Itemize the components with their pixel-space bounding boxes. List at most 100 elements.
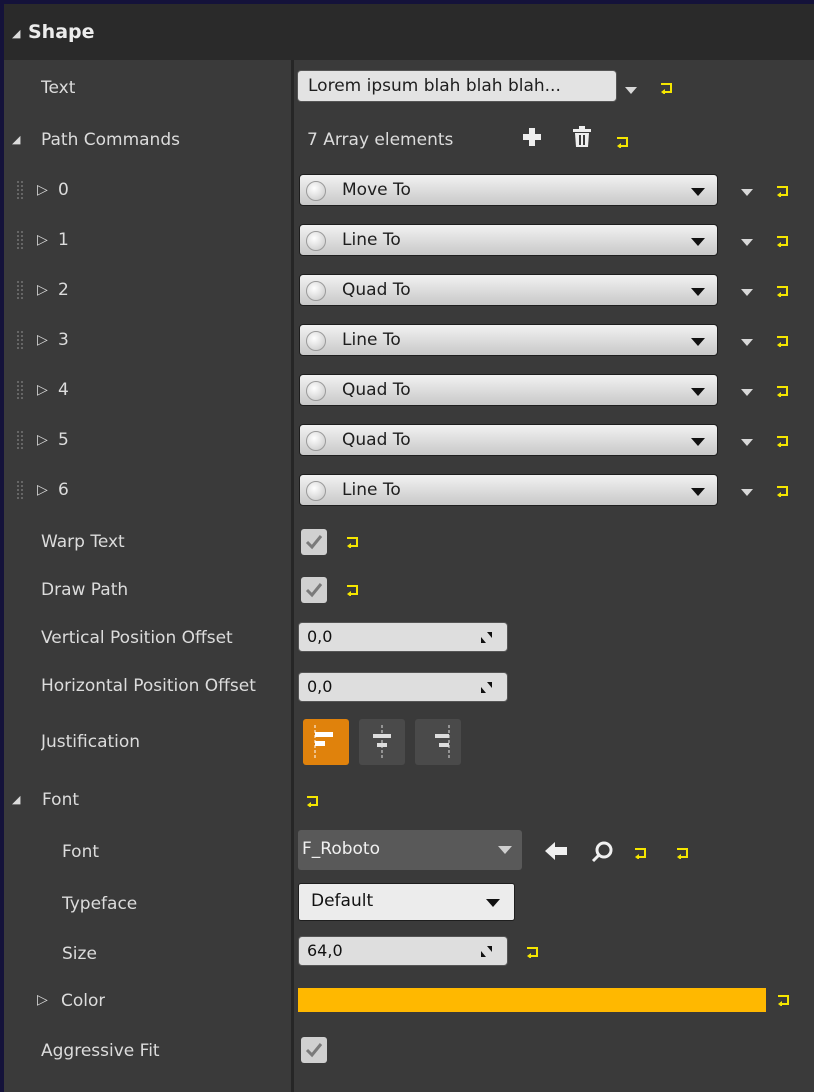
typeface-dropdown[interactable]: Default xyxy=(298,883,515,921)
collapse-triangle-icon[interactable]: ◢ xyxy=(12,27,20,40)
reset-to-default-icon[interactable] xyxy=(346,536,360,548)
expand-triangle-icon[interactable]: ▷ xyxy=(37,182,48,198)
warp-text-checkbox[interactable] xyxy=(301,529,327,555)
reset-to-default-icon[interactable] xyxy=(346,584,360,596)
array-index: 3 xyxy=(58,330,69,350)
expand-triangle-icon[interactable]: ▷ xyxy=(37,482,48,498)
path-command-dropdown[interactable]: Line To xyxy=(299,324,718,356)
arrow-left-icon[interactable] xyxy=(544,841,568,865)
reset-to-default-icon[interactable] xyxy=(306,795,320,807)
path-command-dropdown[interactable]: Line To xyxy=(299,474,718,506)
property-label: Justification xyxy=(41,732,141,752)
text-input[interactable]: Lorem ipsum blah blah blah... xyxy=(297,70,617,102)
font-size-input[interactable]: 64,0 xyxy=(298,936,508,966)
property-label: Color xyxy=(61,991,106,1011)
reset-to-default-icon[interactable] xyxy=(676,847,690,859)
chevron-down-icon xyxy=(691,488,705,496)
reset-to-default-icon[interactable] xyxy=(776,235,790,247)
drag-handle-icon[interactable] xyxy=(16,280,24,300)
justify-left-button[interactable] xyxy=(303,719,349,765)
property-label: Text xyxy=(41,78,76,98)
group-label: Font xyxy=(42,790,80,810)
reset-to-default-icon[interactable] xyxy=(776,285,790,297)
property-row-draw-path: Draw Path xyxy=(4,566,814,614)
property-row-font-group[interactable]: ◢ Font xyxy=(4,776,814,824)
enum-icon xyxy=(306,431,326,451)
reset-to-default-icon[interactable] xyxy=(776,385,790,397)
dropdown-value: Quad To xyxy=(342,380,411,400)
chevron-down-icon xyxy=(498,846,512,854)
drag-handle-icon[interactable] xyxy=(16,380,24,400)
reset-to-default-icon[interactable] xyxy=(776,185,790,197)
path-command-dropdown[interactable]: Move To xyxy=(299,174,718,206)
vertical-offset-input[interactable]: 0,0 xyxy=(298,622,508,652)
draw-path-checkbox[interactable] xyxy=(301,577,327,603)
input-value: 64,0 xyxy=(307,941,343,960)
drag-handle-icon[interactable] xyxy=(16,430,24,450)
dropdown-value: Line To xyxy=(342,480,401,500)
expand-triangle-icon[interactable]: ▷ xyxy=(37,382,48,398)
checkmark-icon xyxy=(305,583,323,598)
section-header-shape[interactable]: ◢ Shape xyxy=(4,4,814,60)
drag-value-icon xyxy=(481,946,492,957)
options-arrow-icon[interactable] xyxy=(741,339,753,346)
property-row-size: Size 64,0 xyxy=(4,928,814,976)
path-command-dropdown[interactable]: Quad To xyxy=(299,374,718,406)
reset-to-default-icon[interactable] xyxy=(776,435,790,447)
reset-to-default-icon[interactable] xyxy=(776,335,790,347)
array-index: 6 xyxy=(58,480,69,500)
justify-right-button[interactable] xyxy=(415,719,461,765)
collapse-triangle-icon[interactable]: ◢ xyxy=(12,133,20,146)
property-label: Horizontal Position Offset xyxy=(41,676,256,696)
font-asset-picker[interactable]: F_Roboto xyxy=(298,830,522,870)
dropdown-value: Line To xyxy=(342,230,401,250)
options-arrow-icon[interactable] xyxy=(741,189,753,196)
reset-to-default-icon[interactable] xyxy=(777,994,791,1006)
path-command-dropdown[interactable]: Quad To xyxy=(299,424,718,456)
horizontal-offset-input[interactable]: 0,0 xyxy=(298,672,508,702)
details-panel: ◢ Shape Text Lorem ipsum blah blah blah.… xyxy=(4,4,814,1092)
aggressive-fit-checkbox[interactable] xyxy=(301,1037,327,1063)
font-asset-value: F_Roboto xyxy=(302,839,380,859)
drag-handle-icon[interactable] xyxy=(16,180,24,200)
options-arrow-icon[interactable] xyxy=(741,489,753,496)
options-arrow-icon[interactable] xyxy=(741,289,753,296)
options-arrow-icon[interactable] xyxy=(741,389,753,396)
enum-icon xyxy=(306,281,326,301)
trash-icon[interactable] xyxy=(572,126,592,152)
dropdown-value: Line To xyxy=(342,330,401,350)
expand-triangle-icon[interactable]: ▷ xyxy=(37,992,48,1008)
reset-to-default-icon[interactable] xyxy=(616,136,630,148)
collapse-triangle-icon[interactable]: ◢ xyxy=(12,793,20,806)
property-row-font: Font F_Roboto xyxy=(4,826,814,878)
path-command-dropdown[interactable]: Line To xyxy=(299,224,718,256)
list-item: ▷ 0 Move To xyxy=(4,166,814,216)
reset-to-default-icon[interactable] xyxy=(634,847,648,859)
enum-icon xyxy=(306,381,326,401)
options-arrow-icon[interactable] xyxy=(625,87,637,94)
dropdown-value: Default xyxy=(311,891,374,911)
expand-triangle-icon[interactable]: ▷ xyxy=(37,432,48,448)
drag-handle-icon[interactable] xyxy=(16,330,24,350)
path-command-dropdown[interactable]: Quad To xyxy=(299,274,718,306)
search-icon[interactable] xyxy=(591,841,613,867)
array-index: 5 xyxy=(58,430,69,450)
drag-handle-icon[interactable] xyxy=(16,230,24,250)
color-swatch[interactable] xyxy=(298,988,766,1012)
options-arrow-icon[interactable] xyxy=(741,439,753,446)
reset-to-default-icon[interactable] xyxy=(776,485,790,497)
array-index: 1 xyxy=(58,230,69,250)
reset-to-default-icon[interactable] xyxy=(526,946,540,958)
property-label: Typeface xyxy=(62,894,138,914)
expand-triangle-icon[interactable]: ▷ xyxy=(37,332,48,348)
expand-triangle-icon[interactable]: ▷ xyxy=(37,232,48,248)
options-arrow-icon[interactable] xyxy=(741,239,753,246)
add-icon[interactable] xyxy=(522,127,542,151)
expand-triangle-icon[interactable]: ▷ xyxy=(37,282,48,298)
drag-handle-icon[interactable] xyxy=(16,480,24,500)
justify-center-button[interactable] xyxy=(359,719,405,765)
checkmark-icon xyxy=(305,535,323,550)
enum-icon xyxy=(306,331,326,351)
property-row-path-commands: ◢ Path Commands 7 Array elements xyxy=(4,112,814,164)
reset-to-default-icon[interactable] xyxy=(660,82,674,94)
